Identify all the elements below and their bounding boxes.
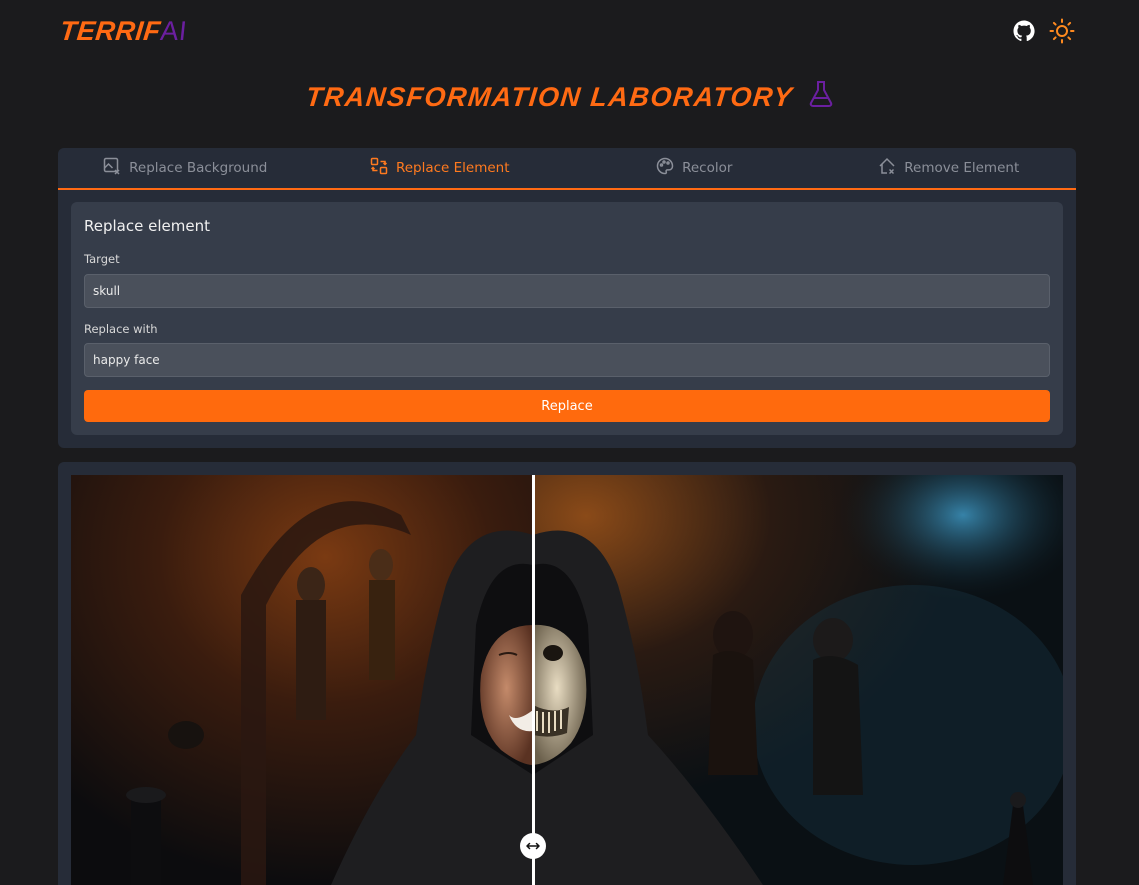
eraser-icon (878, 157, 896, 179)
target-input[interactable] (84, 274, 1050, 308)
replace-with-label: Replace with (84, 322, 158, 336)
top-header: TERRIFAI (0, 0, 1139, 66)
replace-button[interactable]: Replace (84, 390, 1050, 422)
comparison-divider[interactable] (532, 475, 535, 885)
tab-label: Replace Background (129, 160, 268, 176)
image-comparison-slider[interactable] (71, 475, 1063, 885)
replace-with-input[interactable] (84, 343, 1050, 377)
tab-label: Replace Element (395, 160, 510, 176)
swap-element-icon (370, 157, 388, 179)
tab-remove-element[interactable]: Remove Element (822, 148, 1077, 188)
page-title: TRANSFORMATION LABORATORY (0, 80, 1139, 115)
tab-replace-background[interactable]: Replace Background (58, 148, 313, 188)
tab-label: Remove Element (904, 160, 1020, 176)
flask-icon (808, 80, 834, 115)
left-right-arrows-icon[interactable] (520, 833, 546, 859)
target-label: Target (84, 252, 120, 266)
github-icon[interactable] (1011, 18, 1037, 44)
page-title-text: TRANSFORMATION LABORATORY (303, 82, 795, 112)
tab-replace-element[interactable]: Replace Element (312, 148, 568, 190)
palette-icon (656, 157, 674, 179)
logo-text-ai: AI (158, 16, 189, 46)
tab-recolor[interactable]: Recolor (567, 148, 822, 188)
sun-icon[interactable] (1049, 18, 1075, 44)
tab-label: Recolor (682, 160, 733, 176)
original-image (533, 475, 1063, 885)
logo-text-terrif: TERRIF (58, 16, 163, 46)
edited-image (71, 475, 533, 885)
image-replace-icon (103, 157, 121, 179)
card-title: Replace element (84, 217, 210, 235)
tool-tabs: Replace Background Replace Element Recol… (58, 148, 1076, 190)
app-logo[interactable]: TERRIFAI (58, 16, 188, 47)
